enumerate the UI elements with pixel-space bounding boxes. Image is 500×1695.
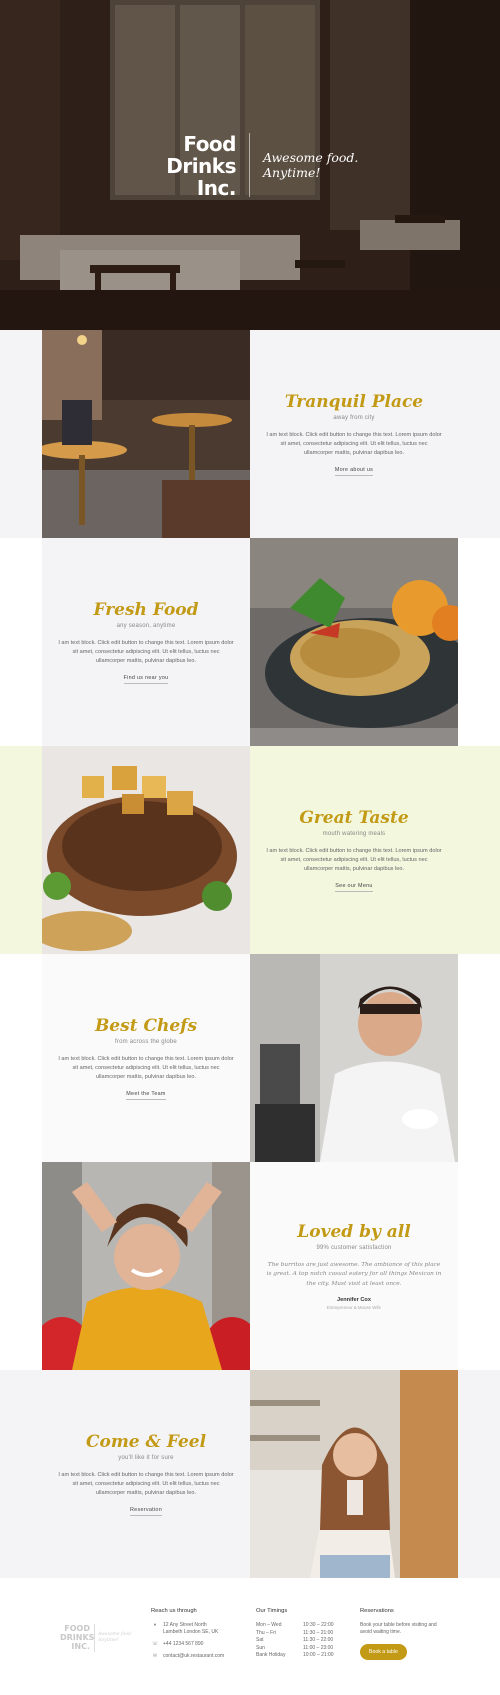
- footer-logo-divider: [94, 1624, 95, 1652]
- hero-tagline-line: Awesome food.: [263, 150, 359, 165]
- woman-milkshake-image: [250, 1370, 458, 1578]
- footer-logo[interactable]: FOOD DRINKS INC.: [60, 1624, 95, 1651]
- section-subtitle: 99% customer satisfaction: [316, 1244, 392, 1251]
- chef-portrait-image: [250, 954, 458, 1162]
- section-content: Best Chefs from across the globe I am te…: [42, 954, 250, 1162]
- hero-tagline: Awesome food. Anytime!: [263, 150, 358, 180]
- section-title: Tranquil Place: [284, 392, 424, 412]
- hero-logo-line: Drinks: [166, 154, 236, 178]
- timings-table: Mon – Wed 10:30 – 22:00 Thu – Fri 11:30 …: [256, 1622, 343, 1658]
- section-content: Fresh Food any season, anytime I am text…: [42, 538, 250, 746]
- footer-heading: Our Timings: [256, 1608, 288, 1614]
- timing-hours: 11:00 – 23:00: [303, 1644, 334, 1651]
- section-text: I am text block. Click edit button to ch…: [58, 1056, 234, 1080]
- hero-tagline-line: Anytime!: [263, 165, 321, 180]
- section-loved-by-all: Loved by all 99% customer satisfaction T…: [0, 1162, 500, 1370]
- footer-logo-line: FOOD: [64, 1624, 90, 1633]
- section-subtitle: mouth watering meals: [322, 831, 386, 837]
- hero-overlay: [0, 0, 500, 330]
- testimonial: Loved by all 99% customer satisfaction T…: [250, 1162, 458, 1370]
- more-about-us-link[interactable]: More about us: [334, 467, 374, 476]
- address-text: 12 Any Street North Lambeth London SE, U…: [163, 1622, 218, 1636]
- testimonial-author-role: Entrepreneur & Mouse Wife: [326, 1305, 382, 1311]
- section-content: Great Taste mouth watering meals I am te…: [250, 746, 458, 954]
- hero-logo-line: Food: [183, 132, 236, 156]
- hero-logo-line: Inc.: [196, 176, 237, 200]
- footer-tagline: Awesome food. Anytime!: [98, 1632, 132, 1644]
- timing-day: Thu – Fri: [256, 1629, 277, 1636]
- phone-icon: ☏: [151, 1641, 159, 1647]
- restaurant-interior-image: [42, 330, 250, 538]
- section-text: I am text block. Click edit button to ch…: [266, 432, 442, 456]
- testimonial-quote: The burritos are just awesome. The ambia…: [266, 1261, 442, 1287]
- section-text: I am text block. Click edit button to ch…: [58, 640, 234, 664]
- location-pin-icon: ●: [153, 1622, 157, 1628]
- timing-hours: 10:30 – 22:00: [303, 1622, 334, 1628]
- meet-team-link[interactable]: Meet the Team: [126, 1091, 166, 1100]
- footer-reservations: Reservations Book your table before visi…: [360, 1608, 450, 1660]
- happy-woman-image: [42, 1162, 250, 1370]
- section-come-and-feel: Come & Feel you'll like it for sure I am…: [0, 1370, 500, 1578]
- section-title: Best Chefs: [94, 1016, 198, 1036]
- footer-email[interactable]: ✉ contact@uk.restaurant.com: [151, 1653, 224, 1660]
- section-subtitle: any season, anytime: [116, 623, 176, 629]
- envelope-icon: ✉: [152, 1653, 158, 1659]
- hero-banner: Food Drinks Inc. Awesome food. Anytime!: [0, 0, 500, 330]
- section-great-taste: Great Taste mouth watering meals I am te…: [0, 746, 500, 954]
- address-line: Lambeth London SE, UK: [163, 1629, 219, 1635]
- book-table-button[interactable]: Book a table: [360, 1644, 407, 1660]
- testimonial-author: Jennifer Cox: [337, 1297, 371, 1304]
- section-subtitle: away from city: [333, 415, 375, 421]
- address-line: 12 Any Street North: [163, 1622, 207, 1628]
- phone-text: +44 1234 567 890: [163, 1641, 204, 1647]
- timing-hours: 11:30 – 22:00: [303, 1637, 334, 1643]
- footer-contact: Reach us through ● 12 Any Street North L…: [151, 1608, 224, 1665]
- footer-logo-line: DRINKS: [60, 1633, 95, 1642]
- section-tranquil-place: Tranquil Place away from city I am text …: [0, 330, 500, 538]
- email-text: contact@uk.restaurant.com: [163, 1653, 225, 1659]
- find-us-link[interactable]: Find us near you: [123, 675, 169, 684]
- hero-divider: [249, 133, 250, 197]
- hero-logo[interactable]: Food Drinks Inc.: [166, 133, 236, 199]
- section-title: Come & Feel: [85, 1432, 207, 1452]
- timing-day: Bank Holiday: [256, 1652, 286, 1658]
- section-text: I am text block. Click edit button to ch…: [266, 848, 442, 872]
- footer-logo-line: INC.: [71, 1642, 90, 1651]
- site-footer: FOOD DRINKS INC. Awesome food. Anytime! …: [0, 1580, 500, 1695]
- timing-day: Sun: [256, 1644, 265, 1651]
- timing-hours: 11:30 – 21:00: [303, 1629, 334, 1636]
- footer-phone[interactable]: ☏ +44 1234 567 890: [151, 1641, 224, 1648]
- reservations-text: Book your table before visiting and avoi…: [360, 1622, 437, 1635]
- see-menu-link[interactable]: See our Menu: [335, 883, 373, 892]
- footer-heading: Reach us through: [151, 1608, 197, 1614]
- reservation-link[interactable]: Reservation: [129, 1507, 163, 1516]
- footer-timings: Our Timings Mon – Wed 10:30 – 22:00 Thu …: [256, 1608, 343, 1658]
- section-title: Loved by all: [297, 1221, 411, 1242]
- section-subtitle: from across the globe: [115, 1039, 177, 1045]
- timing-day: Mon – Wed: [256, 1622, 282, 1628]
- section-title: Great Taste: [299, 808, 409, 828]
- section-content: Tranquil Place away from city I am text …: [250, 330, 458, 538]
- section-fresh-food: Fresh Food any season, anytime I am text…: [0, 538, 500, 746]
- footer-address: ● 12 Any Street North Lambeth London SE,…: [151, 1622, 224, 1636]
- footer-tagline-line: Anytime!: [98, 1638, 119, 1643]
- footer-heading: Reservations: [360, 1608, 394, 1614]
- section-subtitle: you'll like it for sure: [118, 1455, 174, 1461]
- section-content: Come & Feel you'll like it for sure I am…: [42, 1370, 250, 1578]
- timing-day: Sat: [256, 1637, 264, 1643]
- section-best-chefs: Best Chefs from across the globe I am te…: [0, 954, 500, 1162]
- pasta-dish-image: [250, 538, 458, 746]
- grilled-meat-image: [42, 746, 250, 954]
- section-text: I am text block. Click edit button to ch…: [58, 1472, 234, 1496]
- section-title: Fresh Food: [93, 600, 199, 620]
- timing-hours: 10:00 – 21:00: [303, 1652, 334, 1658]
